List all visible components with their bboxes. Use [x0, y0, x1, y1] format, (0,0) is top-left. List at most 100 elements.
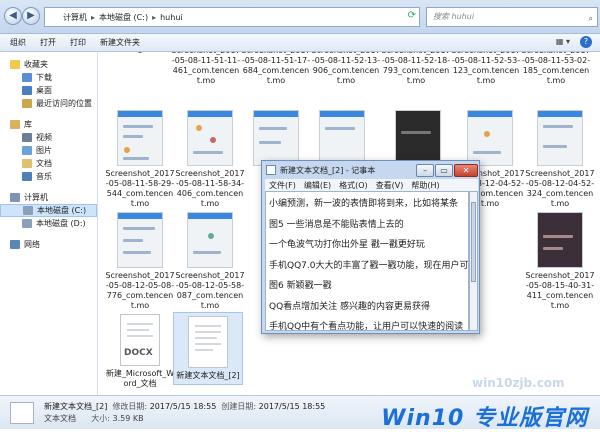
recent-places-icon	[22, 99, 32, 108]
back-button[interactable]: ◀	[4, 7, 22, 25]
image-thumbnail	[467, 110, 513, 166]
crumb-computer[interactable]: 计算机	[63, 12, 87, 23]
crumb-separator-icon: ▸	[91, 12, 96, 22]
details-line-1: 新建文本文档_[2] 修改日期: 2017/5/15 18:55 创建日期: 2…	[44, 401, 325, 412]
image-thumbnail	[395, 110, 441, 166]
forward-button[interactable]: ▶	[22, 7, 40, 25]
file-item[interactable]: Screenshot_2017-05-08-11-52-13-906_com.t…	[311, 52, 381, 86]
created-date: 2017/5/15 18:55	[258, 402, 326, 411]
file-item[interactable]: Screenshot_2017-05-08-11-51-17-684_com.t…	[241, 52, 311, 86]
file-item[interactable]: Screenshot_2017-05-08-15-40-31-411_com.t…	[525, 212, 595, 311]
details-pane: 新建文本文档_[2] 修改日期: 2017/5/15 18:55 创建日期: 2…	[0, 395, 600, 431]
sidebar-item-music[interactable]: 音乐	[0, 170, 97, 183]
watermark: win10zjb.com	[472, 376, 565, 390]
file-item[interactable]: Screenshot_2017-05-08-11-58-34-406_com.t…	[175, 110, 245, 209]
word-document-icon: DOCX	[120, 314, 160, 366]
modified-label: 修改日期:	[112, 402, 148, 411]
video-icon	[22, 133, 32, 142]
new-folder-button[interactable]: 新建文件夹	[100, 37, 140, 48]
file-item[interactable]: Screenshot_2017-05-08-12-05-08-776_com.t…	[105, 212, 175, 311]
file-item[interactable]: Screenshot_2017-05-08-11-51-11-461_com.t…	[171, 52, 241, 86]
sidebar-favorites[interactable]: 收藏夹	[0, 58, 97, 71]
sidebar-libraries[interactable]: 库	[0, 118, 97, 131]
sidebar-item-documents[interactable]: 文档	[0, 157, 97, 170]
file-item[interactable]: Screenshot_2017-05-08-12-04-52-324_com.t…	[525, 110, 595, 209]
open-button[interactable]: 打开	[40, 37, 56, 48]
text-line: QQ看点增加关注 感兴趣的内容更易获得	[269, 301, 431, 312]
text-document-icon	[188, 316, 228, 368]
text-document-icon	[10, 402, 34, 424]
help-icon[interactable]: ?	[580, 36, 592, 48]
drive-icon	[22, 219, 32, 228]
crumb-separator-icon: ▸	[152, 12, 157, 22]
sidebar-label: 本地磁盘 (D:)	[36, 219, 86, 228]
menu-help[interactable]: 帮助(H)	[411, 180, 439, 191]
file-item[interactable]: Screenshot_2017-05-08-11-52-53-123_com.t…	[451, 52, 521, 86]
file-name: 新建文本文档_[2]	[176, 371, 240, 380]
menu-file[interactable]: 文件(F)	[269, 180, 296, 191]
text-line: 一个龟波气功打你出外星 戳一戳更好玩	[269, 240, 425, 250]
file-name: Screenshot_2017-05-08-11-52-53-123_com.t…	[451, 52, 521, 85]
text-line: 图6 新颖戳一戳	[269, 281, 332, 291]
desktop-icon	[22, 86, 32, 95]
file-name: Screenshot_2017-05-08-11-52-18-793_com.t…	[381, 52, 451, 85]
sidebar-item-downloads[interactable]: 下载	[0, 71, 97, 84]
sidebar-item-pictures[interactable]: 图片	[0, 144, 97, 157]
sidebar-label: 库	[24, 120, 32, 129]
sidebar-item-drive-d[interactable]: 本地磁盘 (D:)	[0, 217, 97, 230]
file-size: 3.59 KB	[112, 414, 144, 423]
crumb-drive[interactable]: 本地磁盘 (C:)	[99, 12, 148, 23]
sidebar-item-desktop[interactable]: 桌面	[0, 84, 97, 97]
file-item[interactable]: DOCX 新建_Microsoft_Word_文档	[105, 314, 175, 389]
file-type: 文本文档	[44, 414, 76, 423]
refresh-icon[interactable]: ⟳	[408, 10, 416, 21]
menu-edit[interactable]: 编辑(E)	[304, 180, 331, 191]
notepad-menu-bar: 文件(F) 编辑(E) 格式(O) 查看(V) 帮助(H)	[265, 179, 478, 191]
sidebar-item-drive-c[interactable]: 本地磁盘 (C:)	[0, 204, 97, 217]
menu-view[interactable]: 查看(V)	[376, 180, 404, 191]
network-icon	[10, 240, 20, 249]
sidebar-item-videos[interactable]: 视频	[0, 131, 97, 144]
details-filename: 新建文本文档_[2]	[44, 402, 108, 411]
menu-format[interactable]: 格式(O)	[339, 180, 368, 191]
scrollbar-thumb[interactable]	[471, 202, 476, 282]
notepad-scrollbar[interactable]	[469, 191, 478, 331]
image-thumbnail	[187, 212, 233, 268]
file-name: Screenshot_2017-05-08-11-51-11-461_com.t…	[171, 52, 241, 85]
file-item-selected[interactable]: 新建文本文档_[2]	[173, 312, 243, 385]
image-thumbnail	[187, 110, 233, 166]
pictures-icon	[22, 146, 32, 155]
sidebar-network[interactable]: 网络	[0, 238, 97, 251]
file-name: Screenshot_2017-05-08-11-58-29-544_com.t…	[105, 169, 175, 208]
minimize-button[interactable]: –	[416, 164, 434, 177]
file-item[interactable]: Screenshot_2017-05-08-12-05-58-087_com.t…	[175, 212, 245, 311]
drive-icon	[23, 206, 33, 215]
command-toolbar: 组织 打开 打印 新建文件夹 ▦ ▾ ?	[0, 34, 600, 52]
details-line-2: 文本文档 大小: 3.59 KB	[44, 413, 144, 424]
maximize-button[interactable]: ▭	[435, 164, 453, 177]
file-item[interactable]: Screenshot_2017-05-08-11-58-29-544_com.t…	[105, 110, 175, 209]
image-thumbnail	[117, 110, 163, 166]
sidebar-label: 下载	[36, 73, 52, 82]
notepad-window[interactable]: 新建文本文档_[2] - 记事本 – ▭ ✕ 文件(F) 编辑(E) 格式(O)…	[261, 160, 480, 334]
sidebar-computer[interactable]: 计算机	[0, 191, 97, 204]
notepad-text-area[interactable]: 小编预测，新一波的表情即将到来，比如将某条 图5 一些消息是不能贴表情上去的 一…	[265, 191, 469, 331]
explorer-title-bar: ◀ ▶ 计算机 ▸ 本地磁盘 (C:) ▸ huhui ⟳ 搜索 huhui ⌕	[0, 0, 600, 34]
print-button[interactable]: 打印	[70, 37, 86, 48]
view-options-icon[interactable]: ▦ ▾	[556, 37, 570, 46]
address-bar[interactable]: 计算机 ▸ 本地磁盘 (C:) ▸ huhui ⟳	[44, 7, 420, 27]
image-thumbnail	[117, 212, 163, 268]
navigation-pane: 收藏夹 下载 桌面 最近访问的位置 库 视频 图片 文档 音乐 计算机 本地磁盘…	[0, 52, 98, 395]
sidebar-label: 本地磁盘 (C:)	[37, 206, 87, 215]
file-item[interactable]: Screenshot_2017-05-08-11-53-02-185_com.t…	[521, 52, 591, 86]
sidebar-label: 网络	[24, 240, 40, 249]
sidebar-item-recent[interactable]: 最近访问的位置	[0, 97, 97, 110]
crumb-folder[interactable]: huhui	[160, 13, 183, 22]
file-item[interactable]: 8	[105, 52, 175, 56]
search-input[interactable]: 搜索 huhui ⌕	[426, 7, 598, 27]
text-line: 手机QQ7.0大大的丰富了戳一戳功能，现在用户可	[269, 260, 469, 271]
organize-button[interactable]: 组织	[10, 37, 26, 48]
modified-date: 2017/5/15 18:55	[149, 402, 217, 411]
close-button[interactable]: ✕	[454, 164, 478, 177]
file-item[interactable]: Screenshot_2017-05-08-11-52-18-793_com.t…	[381, 52, 451, 86]
